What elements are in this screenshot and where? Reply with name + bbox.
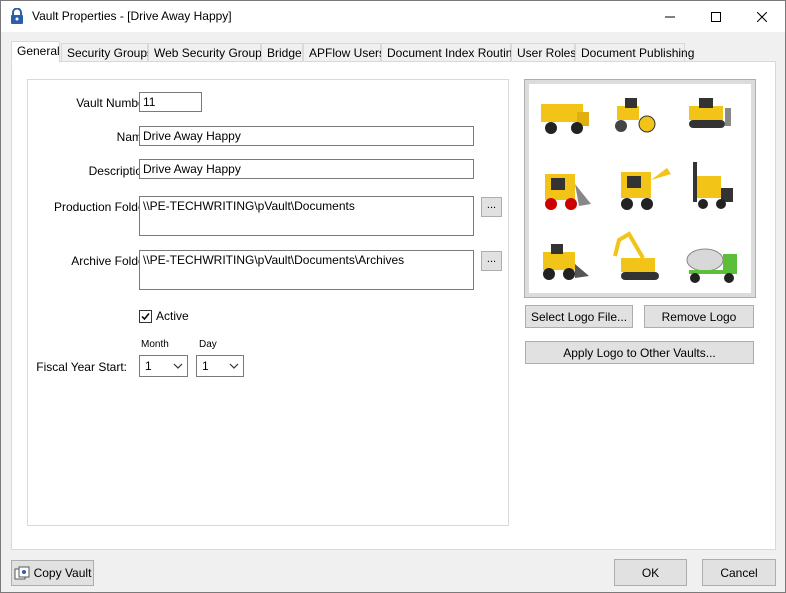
production-folder-field[interactable]: \\PE-TECHWRITING\pVault\Documents xyxy=(139,196,474,236)
month-value: 1 xyxy=(145,359,152,373)
construction-equipment-icon xyxy=(541,98,737,283)
month-label: Month xyxy=(141,339,169,350)
vault-number-field[interactable]: 11 xyxy=(139,92,202,112)
chevron-down-icon xyxy=(173,363,183,369)
apply-logo-to-other-vaults-button[interactable]: Apply Logo to Other Vaults... xyxy=(525,341,754,364)
month-select[interactable]: 1 xyxy=(139,355,188,377)
production-folder-browse-button[interactable]: ... xyxy=(481,197,502,217)
skid-steer-icon xyxy=(621,168,671,210)
dump-truck-icon xyxy=(541,104,589,134)
tab-user-roles[interactable]: User Roles xyxy=(511,43,576,62)
name-field[interactable]: Drive Away Happy xyxy=(139,126,474,146)
tab-security-groups[interactable]: Security Groups xyxy=(61,43,153,62)
chevron-down-icon xyxy=(229,363,239,369)
cancel-button[interactable]: Cancel xyxy=(702,559,776,586)
production-folder-label: Production Folder: xyxy=(53,200,152,214)
day-label: Day xyxy=(199,339,217,350)
checkmark-icon xyxy=(141,313,150,321)
fiscal-year-start-label: Fiscal Year Start: xyxy=(36,360,127,374)
remove-logo-button[interactable]: Remove Logo xyxy=(644,305,754,328)
copy-vault-icon xyxy=(14,566,30,580)
logo-image xyxy=(529,84,751,293)
select-logo-file-button[interactable]: Select Logo File... xyxy=(525,305,633,328)
close-icon xyxy=(757,11,767,22)
archive-folder-field[interactable]: \\PE-TECHWRITING\pVault\Documents\Archiv… xyxy=(139,250,474,290)
title-bar: Vault Properties - [Drive Away Happy] xyxy=(1,1,785,32)
tab-document-index-routing[interactable]: Document Index Routing xyxy=(381,43,519,62)
general-tab-panel: Vault Number: 11 Name: Drive Away Happy … xyxy=(11,61,776,550)
ok-button[interactable]: OK xyxy=(614,559,687,586)
day-select[interactable]: 1 xyxy=(196,355,244,377)
maximize-icon xyxy=(711,11,721,22)
archive-folder-browse-button[interactable]: ... xyxy=(481,251,502,271)
skid-loader-icon xyxy=(545,174,591,210)
bulldozer-icon xyxy=(689,98,731,128)
padlock-icon xyxy=(11,8,23,24)
close-button[interactable] xyxy=(739,1,785,32)
minimize-button[interactable] xyxy=(647,1,693,32)
active-label: Active xyxy=(156,309,189,323)
day-value: 1 xyxy=(202,359,209,373)
general-settings-group: Vault Number: 11 Name: Drive Away Happy … xyxy=(27,79,509,526)
cement-mixer-icon xyxy=(686,248,737,283)
compact-loader-icon xyxy=(543,244,589,280)
tab-document-publishing[interactable]: Document Publishing xyxy=(575,43,694,62)
active-checkbox[interactable] xyxy=(139,310,152,323)
vault-properties-window: Vault Properties - [Drive Away Happy] Ge… xyxy=(0,0,786,593)
forklift-icon xyxy=(693,162,733,209)
logo-preview xyxy=(524,79,756,298)
tab-apflow-users[interactable]: APFlow Users xyxy=(303,43,385,62)
copy-vault-label: Copy Vault xyxy=(33,566,92,580)
tab-web-security-groups[interactable]: Web Security Groups xyxy=(148,43,268,62)
excavator-icon xyxy=(613,231,659,280)
description-field[interactable]: Drive Away Happy xyxy=(139,159,474,179)
roller-icon xyxy=(615,98,656,133)
maximize-button[interactable] xyxy=(693,1,739,32)
window-title: Vault Properties - [Drive Away Happy] xyxy=(32,9,232,23)
tab-bridge[interactable]: Bridge xyxy=(261,43,303,62)
minimize-icon xyxy=(665,16,675,17)
copy-vault-button[interactable]: Copy Vault xyxy=(11,560,94,586)
tab-general[interactable]: General xyxy=(11,41,60,63)
